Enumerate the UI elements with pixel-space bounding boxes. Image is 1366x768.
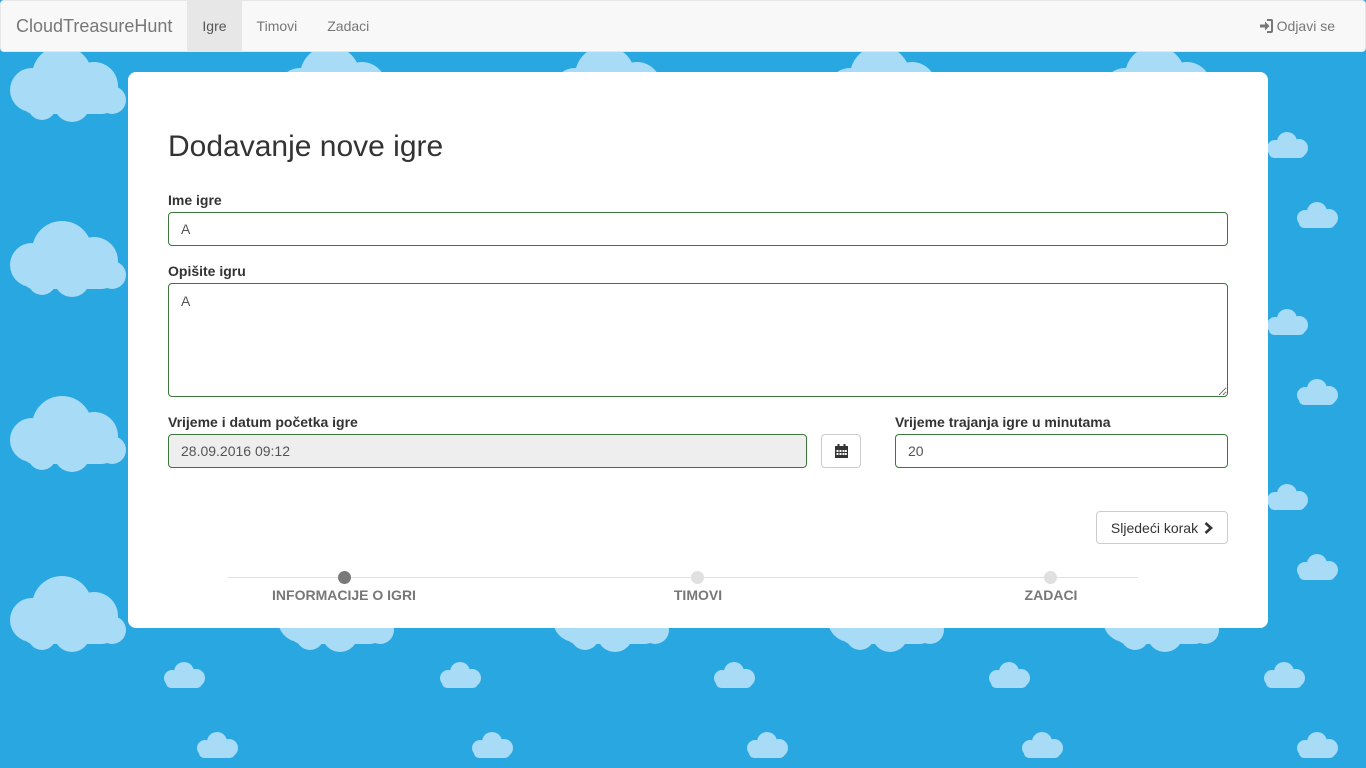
step-label-timovi[interactable]: TIMOVI xyxy=(674,587,722,603)
calendar-icon xyxy=(834,444,848,458)
nav-item-zadaci[interactable]: Zadaci xyxy=(312,1,384,51)
game-name-input[interactable] xyxy=(168,212,1228,246)
new-game-card: Dodavanje nove igre Ime igre Opišite igr… xyxy=(128,72,1268,628)
wizard-progress-line xyxy=(228,577,1138,578)
top-navbar: CloudTreasureHunt Igre Timovi Zadaci Odj… xyxy=(0,0,1366,52)
calendar-button[interactable] xyxy=(821,434,861,468)
step-dot-timovi xyxy=(691,571,704,584)
brand-link[interactable]: CloudTreasureHunt xyxy=(1,1,187,51)
game-description-textarea[interactable]: A xyxy=(168,283,1228,397)
logout-label: Odjavi se xyxy=(1276,18,1335,34)
step-dot-zadaci xyxy=(1044,571,1057,584)
start-time-label: Vrijeme i datum početka igre xyxy=(168,414,358,430)
description-label: Opišite igru xyxy=(168,263,246,279)
chevron-right-icon xyxy=(1204,521,1214,534)
step-label-zadaci[interactable]: ZADACI xyxy=(1025,587,1078,603)
step-dot-informacije xyxy=(338,571,351,584)
step-label-informacije[interactable]: INFORMACIJE O IGRI xyxy=(272,587,416,603)
log-in-icon xyxy=(1259,19,1273,33)
start-time-input[interactable] xyxy=(168,434,807,468)
duration-label: Vrijeme trajanja igre u minutama xyxy=(895,414,1111,430)
nav-item-timovi[interactable]: Timovi xyxy=(242,1,313,51)
name-label: Ime igre xyxy=(168,192,222,208)
logout-link[interactable]: Odjavi se xyxy=(1259,1,1365,51)
next-step-label: Sljedeći korak xyxy=(1110,519,1199,536)
duration-input[interactable] xyxy=(895,434,1228,468)
page-title: Dodavanje nove igre xyxy=(168,130,444,163)
next-step-button[interactable]: Sljedeći korak xyxy=(1096,511,1228,544)
nav-item-igre[interactable]: Igre xyxy=(187,1,242,51)
